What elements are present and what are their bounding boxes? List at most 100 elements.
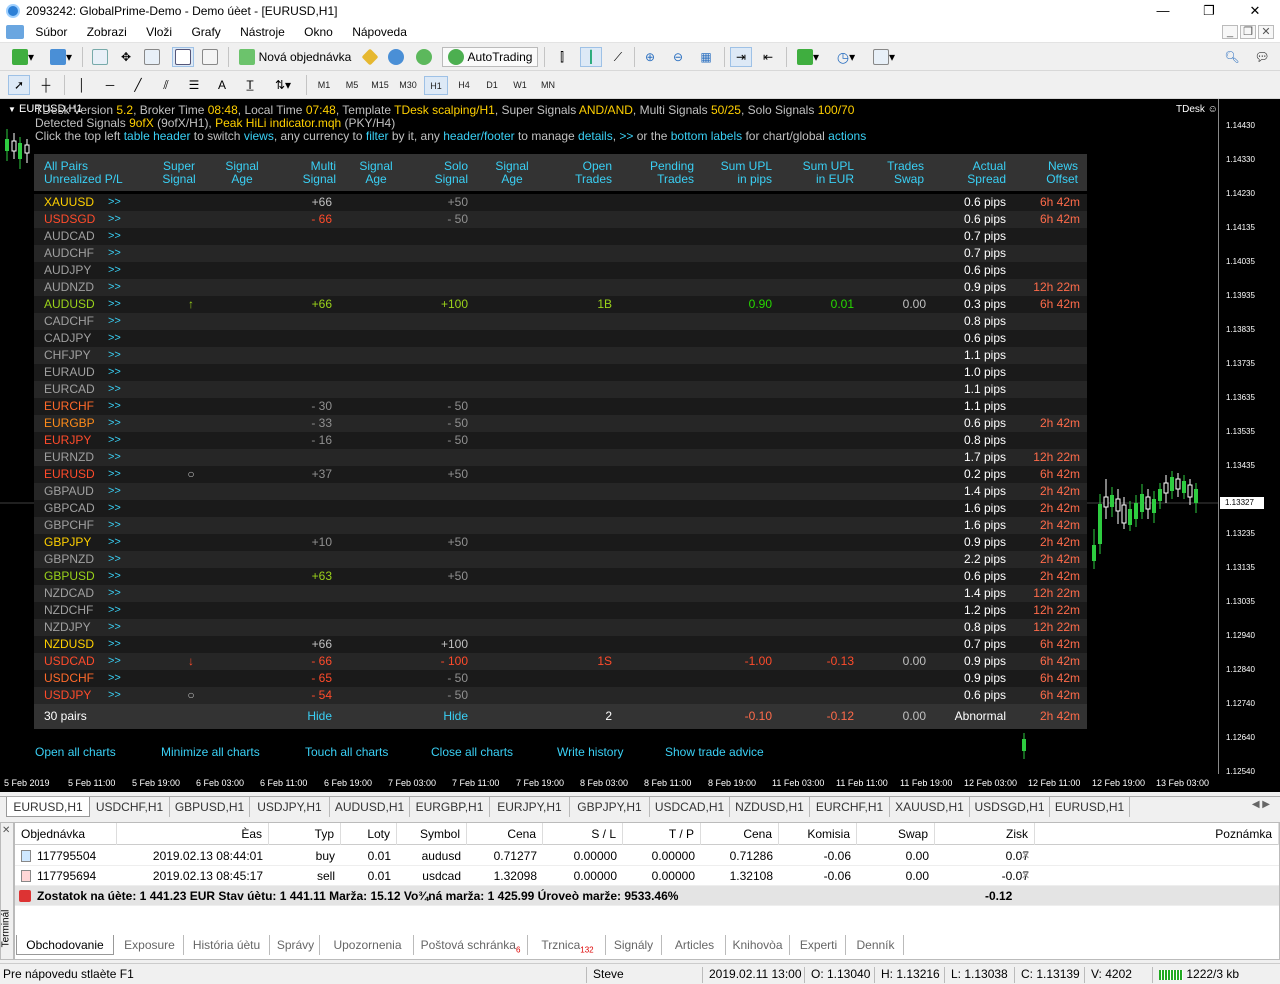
pair-row[interactable]: GBPCAD >> 1.6 pips 2h 42m (34, 500, 1087, 517)
pair-row[interactable]: AUDCAD >> 0.7 pips (34, 228, 1087, 245)
pair-symbol[interactable]: XAUUSD (44, 194, 94, 211)
pair-symbol[interactable]: GBPJPY (44, 534, 91, 551)
tf-m15[interactable]: M15 (368, 76, 392, 95)
terminal-tab[interactable]: Denník (848, 935, 904, 955)
pair-row[interactable]: EURJPY >> - 16 - 50 0.8 pips (34, 432, 1087, 449)
bottom-link[interactable]: Write history (557, 745, 623, 759)
mdi-minimize-button[interactable]: _ (1222, 25, 1238, 39)
menu-view[interactable]: Zobrazi (79, 22, 135, 39)
expand-arrows[interactable]: >> (108, 279, 121, 296)
terminal-col-header[interactable]: Typ (269, 823, 341, 845)
pair-symbol[interactable]: NZDCAD (44, 585, 94, 602)
pair-row[interactable]: EURUSD >> ○ +37 +50 0.2 pips 6h 42m (34, 466, 1087, 483)
pair-row[interactable]: AUDNZD >> 0.9 pips 12h 22m (34, 279, 1087, 296)
bar-chart-button[interactable]: ⫿ (552, 47, 572, 67)
pair-row[interactable]: GBPJPY >> +10 +50 0.9 pips 2h 42m (34, 534, 1087, 551)
chart-tab[interactable]: GBPJPY,H1 (570, 797, 650, 817)
terminal-tab[interactable]: Exposure (116, 935, 184, 955)
expand-arrows[interactable]: >> (108, 517, 121, 534)
chart-tab[interactable]: EURGBP,H1 (410, 797, 490, 817)
pair-row[interactable]: AUDUSD >> ↑ +66 +100 1B 0.90 0.01 0.00 0.3 pips 6h… (34, 296, 1087, 313)
pair-symbol[interactable]: GBPNZD (44, 551, 94, 568)
text-label-button[interactable]: T̲ (240, 75, 260, 95)
pair-row[interactable]: USDCAD >> ↓ - 66 - 100 1S -1.00 -0.13 0.00 0.9 pi… (34, 653, 1087, 670)
tf-m1[interactable]: M1 (312, 76, 336, 95)
menu-insert[interactable]: Vloži (138, 22, 180, 39)
pair-symbol[interactable]: GBPCHF (44, 517, 94, 534)
pair-symbol[interactable]: EURGBP (44, 415, 95, 432)
chart-tab[interactable]: USDCAD,H1 (650, 797, 730, 817)
maximize-button[interactable]: ❐ (1186, 0, 1232, 22)
pair-symbol[interactable]: EURJPY (44, 432, 91, 449)
bottom-link[interactable]: Open all charts (35, 745, 116, 759)
expand-arrows[interactable]: >> (108, 534, 121, 551)
pair-row[interactable]: USDCHF >> - 65 - 50 0.9 pips 6h 42m (34, 670, 1087, 687)
pair-symbol[interactable]: GBPCAD (44, 500, 95, 517)
bottom-link[interactable]: Show trade advice (665, 745, 764, 759)
terminal-col-header[interactable]: Zisk (935, 823, 1035, 845)
terminal-col-header[interactable]: S / L (543, 823, 623, 845)
bottom-link[interactable]: Minimize all charts (161, 745, 260, 759)
pair-row[interactable]: GBPUSD >> +63 +50 0.6 pips 2h 42m (34, 568, 1087, 585)
expand-arrows[interactable]: >> (108, 228, 121, 245)
menu-tools[interactable]: Nástroje (232, 22, 293, 39)
chart-tab[interactable]: EURJPY,H1 (490, 797, 570, 817)
footer-pairs-count[interactable]: 30 pairs (44, 704, 87, 729)
bottom-link[interactable]: Close all charts (431, 745, 513, 759)
pair-symbol[interactable]: NZDUSD (44, 636, 94, 653)
signals-button[interactable] (414, 47, 434, 67)
expand-arrows[interactable]: >> (108, 296, 121, 313)
terminal-col-header[interactable]: Èas (117, 823, 269, 845)
expand-arrows[interactable]: >> (108, 568, 121, 585)
expand-arrows[interactable]: >> (108, 381, 121, 398)
expand-arrows[interactable]: >> (108, 500, 121, 517)
vertical-line-button[interactable]: │ (72, 75, 92, 95)
terminal-col-header[interactable]: Cena (467, 823, 543, 845)
expand-arrows[interactable]: >> (108, 415, 121, 432)
pair-symbol[interactable]: AUDUSD (44, 296, 95, 313)
expand-arrows[interactable]: >> (108, 687, 121, 704)
pair-row[interactable]: CHFJPY >> 1.1 pips (34, 347, 1087, 364)
account-summary-row[interactable]: Zostatok na úète: 1 441.23 EUR Stav úètu… (15, 886, 1279, 906)
dash-header-cell[interactable]: Super Signal (158, 160, 200, 186)
expand-arrows[interactable]: >> (108, 313, 121, 330)
metaeditor-button[interactable] (360, 47, 380, 67)
dash-header-cell[interactable]: Multi Signal (292, 160, 336, 186)
chart-tab[interactable]: EURUSD,H1 (1050, 797, 1130, 817)
menu-charts[interactable]: Grafy (183, 22, 228, 39)
expand-arrows[interactable]: >> (108, 670, 121, 687)
pair-row[interactable]: AUDJPY >> 0.6 pips (34, 262, 1087, 279)
close-order-icon[interactable]: ✕ (1021, 866, 1030, 886)
community-button[interactable] (386, 47, 406, 67)
pair-symbol[interactable]: EURCHF (44, 398, 94, 415)
terminal-tab[interactable]: Trznica132 (530, 935, 606, 955)
pair-symbol[interactable]: CHFJPY (44, 347, 91, 364)
expand-arrows[interactable]: >> (108, 636, 121, 653)
mdi-restore-button[interactable]: ❐ (1240, 25, 1256, 39)
terminal-tab[interactable]: Obchodovanie (16, 935, 114, 955)
pair-row[interactable]: EURAUD >> 1.0 pips (34, 364, 1087, 381)
pair-row[interactable]: EURCAD >> 1.1 pips (34, 381, 1087, 398)
chart-tab[interactable]: NZDUSD,H1 (730, 797, 810, 817)
bottom-link[interactable]: Touch all charts (305, 745, 388, 759)
close-terminal-icon[interactable]: ✕ (2, 825, 10, 836)
terminal-tab[interactable]: História úètu (184, 935, 270, 955)
chart-tab[interactable]: GBPUSD,H1 (170, 797, 250, 817)
strategy-tester-button[interactable] (200, 47, 220, 67)
pair-row[interactable]: NZDUSD >> +66 +100 0.7 pips 6h 42m (34, 636, 1087, 653)
status-traffic[interactable]: 1222/3 kb (1152, 967, 1276, 983)
expand-arrows[interactable]: >> (108, 653, 121, 670)
tf-mn[interactable]: MN (536, 76, 560, 95)
expand-arrows[interactable]: >> (108, 449, 121, 466)
expand-arrows[interactable]: >> (108, 466, 121, 483)
chart-tab[interactable]: XAUUSD,H1 (890, 797, 970, 817)
pair-symbol[interactable]: AUDJPY (44, 262, 91, 279)
dash-header-cell[interactable]: All Pairs Unrealized P/L (44, 160, 144, 186)
pair-symbol[interactable]: AUDCHF (44, 245, 94, 262)
pair-row[interactable]: NZDCHF >> 1.2 pips 12h 22m (34, 602, 1087, 619)
hide-solo-button[interactable]: Hide (426, 704, 468, 729)
new-chart-button[interactable]: ▾ (8, 47, 38, 67)
pair-row[interactable]: EURGBP >> - 33 - 50 0.6 pips 2h 42m (34, 415, 1087, 432)
chart-tab[interactable]: AUDUSD,H1 (330, 797, 410, 817)
dash-header-cell[interactable]: Pending Trades (640, 160, 694, 186)
